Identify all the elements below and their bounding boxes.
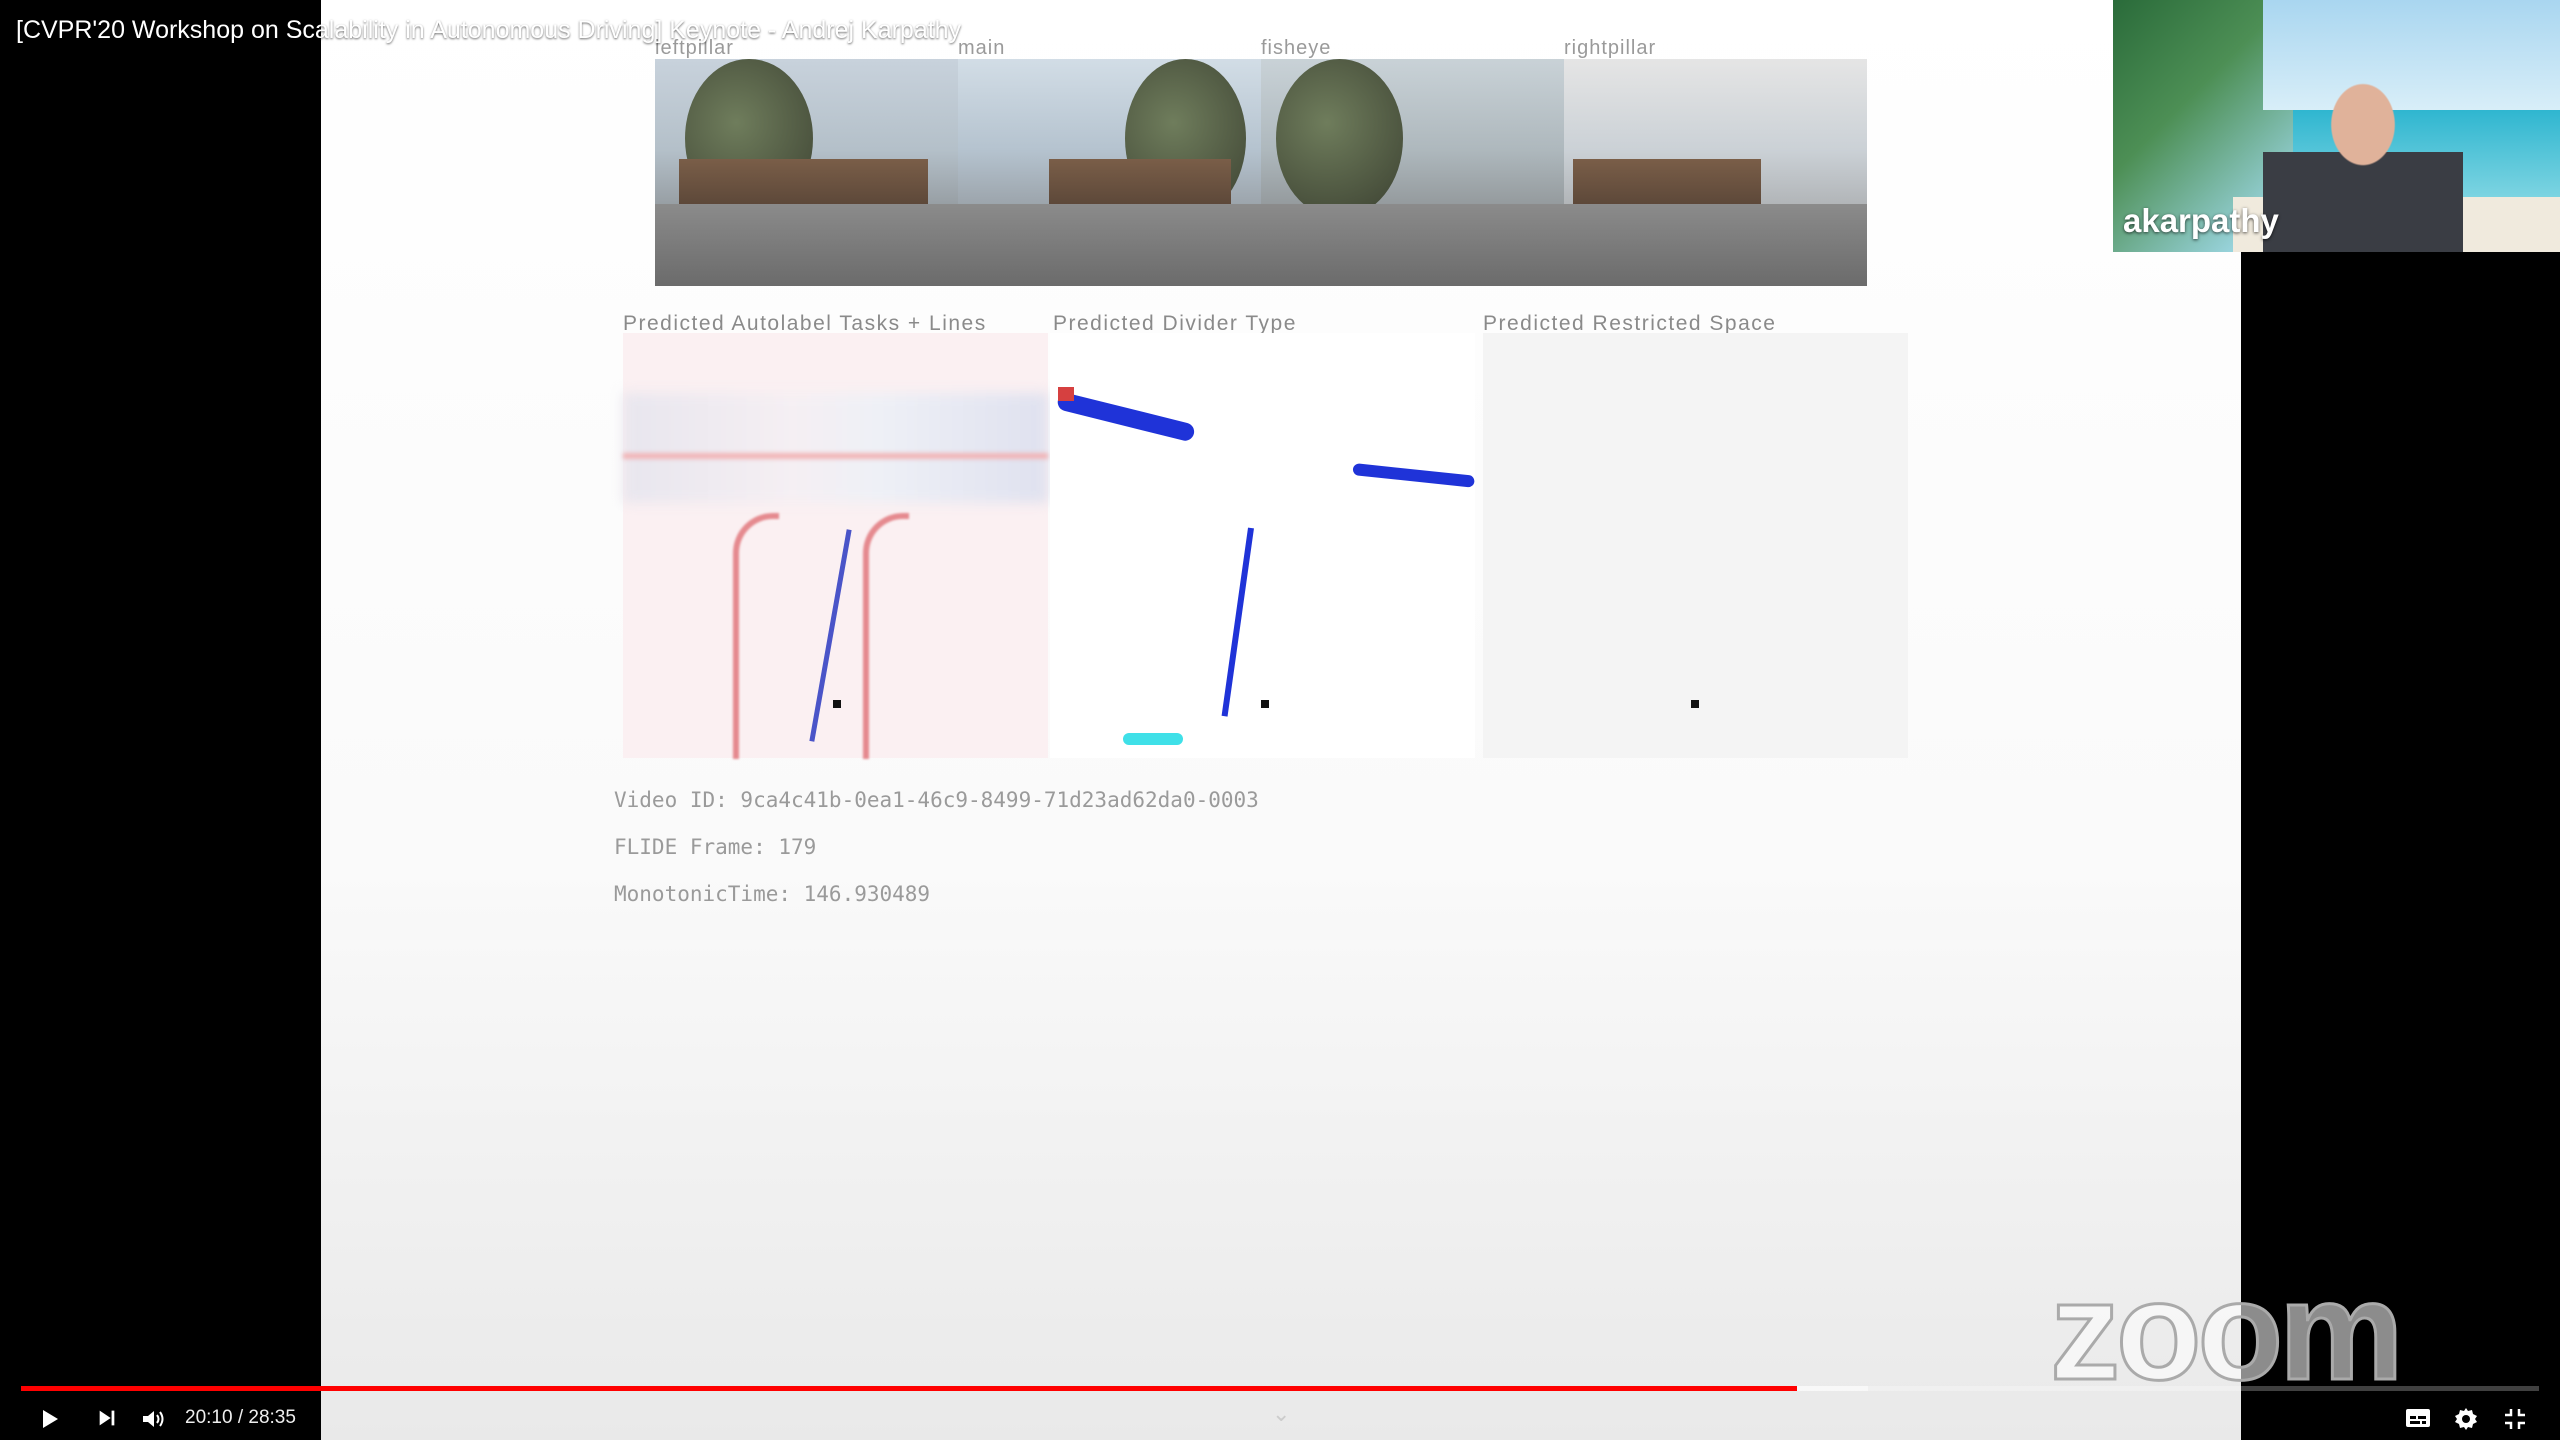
camera-image-leftpillar	[655, 59, 958, 286]
ego-dot	[1261, 700, 1269, 708]
lane-band	[623, 393, 1048, 503]
road-shape	[1564, 204, 1867, 286]
tree-shape	[1276, 59, 1404, 218]
ego-dot	[1691, 700, 1699, 708]
control-bar: 20:10 / 28:35 ⌄	[0, 1395, 2560, 1440]
play-button[interactable]	[38, 1407, 62, 1436]
house-shape	[679, 158, 928, 209]
house-shape	[1048, 158, 1231, 209]
road-shape	[655, 204, 958, 286]
restricted-panel	[1483, 333, 1908, 758]
video-title[interactable]: [CVPR'20 Workshop on Scalability in Auto…	[16, 16, 961, 45]
camera-image-main	[958, 59, 1261, 286]
road-shape	[958, 204, 1261, 286]
camera-label-main: main	[958, 37, 1006, 59]
chevron-down-icon[interactable]: ⌄	[1272, 1401, 1290, 1427]
curve-right	[863, 513, 909, 759]
divider-stroke	[1055, 391, 1197, 443]
divider-stroke	[1352, 463, 1475, 488]
captions-button[interactable]	[2405, 1407, 2431, 1434]
divider-stroke	[1221, 527, 1254, 717]
video-id-text: Video ID: 9ca4c41b-0ea1-46c9-8499-71d23a…	[614, 788, 1259, 812]
video-player[interactable]: leftpillar main fisheye rightpillar Pred…	[0, 0, 2560, 1440]
house-shape	[1573, 158, 1761, 209]
next-button[interactable]	[96, 1407, 118, 1434]
gear-icon	[2455, 1408, 2477, 1430]
progress-bar[interactable]	[21, 1386, 2539, 1391]
divider-stroke-red	[1058, 387, 1074, 401]
time-display: 20:10 / 28:35	[185, 1407, 296, 1428]
speaker-figure	[2263, 70, 2463, 252]
progress-played	[21, 1386, 1798, 1391]
divider-panel	[1050, 333, 1475, 758]
participant-video: akarpathy	[2113, 0, 2560, 252]
curve-left	[733, 513, 779, 759]
camera-label-rightpillar: rightpillar	[1564, 37, 1657, 59]
camera-label-fisheye: fisheye	[1261, 37, 1332, 59]
exit-fullscreen-icon	[2505, 1409, 2525, 1429]
autolabel-panel	[623, 333, 1048, 759]
ego-dot	[833, 700, 841, 708]
camera-image-rightpillar	[1564, 59, 1867, 286]
monotonic-time-text: MonotonicTime: 146.930489	[614, 882, 931, 906]
camera-image-fisheye	[1261, 59, 1564, 286]
flide-frame-text: FLIDE Frame: 179	[614, 835, 817, 859]
volume-icon	[143, 1411, 164, 1427]
captions-icon	[2406, 1409, 2430, 1427]
volume-button[interactable]	[140, 1407, 168, 1436]
camera-strip	[655, 59, 1867, 286]
lane-line-blue	[809, 529, 852, 742]
next-icon	[99, 1410, 115, 1426]
lane-line-red	[623, 453, 1048, 459]
divider-stroke-cyan	[1123, 733, 1183, 745]
participant-name: akarpathy	[2123, 202, 2279, 239]
settings-button[interactable]	[2454, 1407, 2478, 1436]
play-icon	[43, 1410, 58, 1428]
road-shape	[1261, 204, 1564, 286]
exit-fullscreen-button[interactable]	[2503, 1407, 2527, 1436]
